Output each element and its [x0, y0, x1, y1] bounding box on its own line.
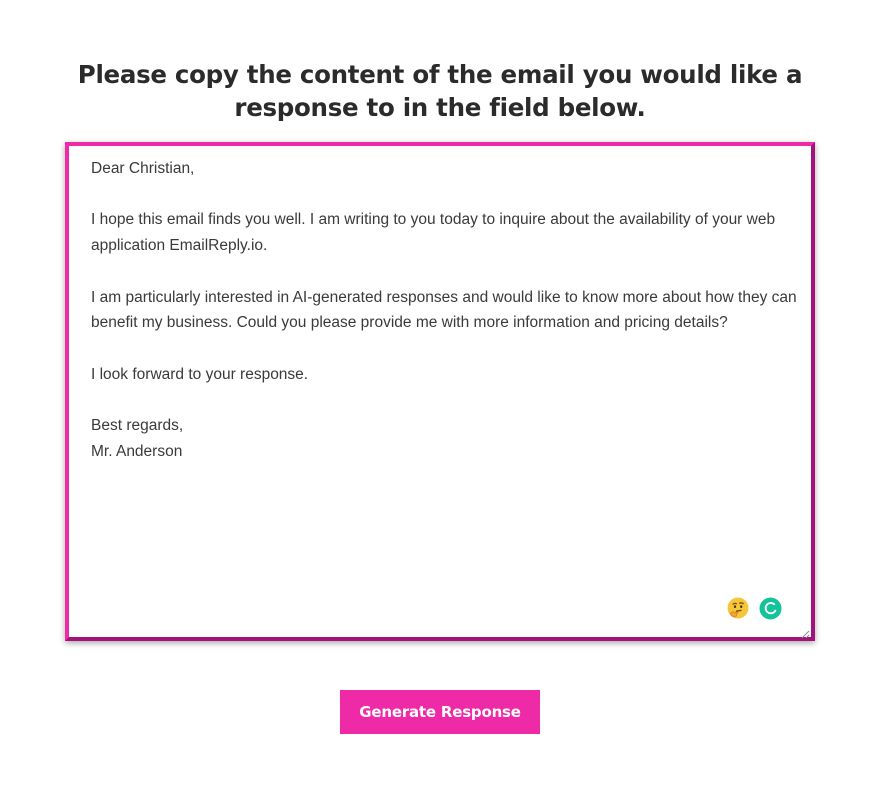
resize-handle[interactable] [800, 626, 810, 639]
page-title: Please copy the content of the email you… [77, 60, 803, 122]
grammarly-icon[interactable] [759, 597, 782, 620]
thinking-face-emoji-icon[interactable] [726, 596, 750, 620]
email-content-field[interactable]: Dear Christian, I hope this email finds … [65, 142, 815, 641]
generate-response-button[interactable]: Generate Response [340, 690, 540, 734]
email-content-text[interactable]: Dear Christian, I hope this email finds … [91, 156, 797, 464]
